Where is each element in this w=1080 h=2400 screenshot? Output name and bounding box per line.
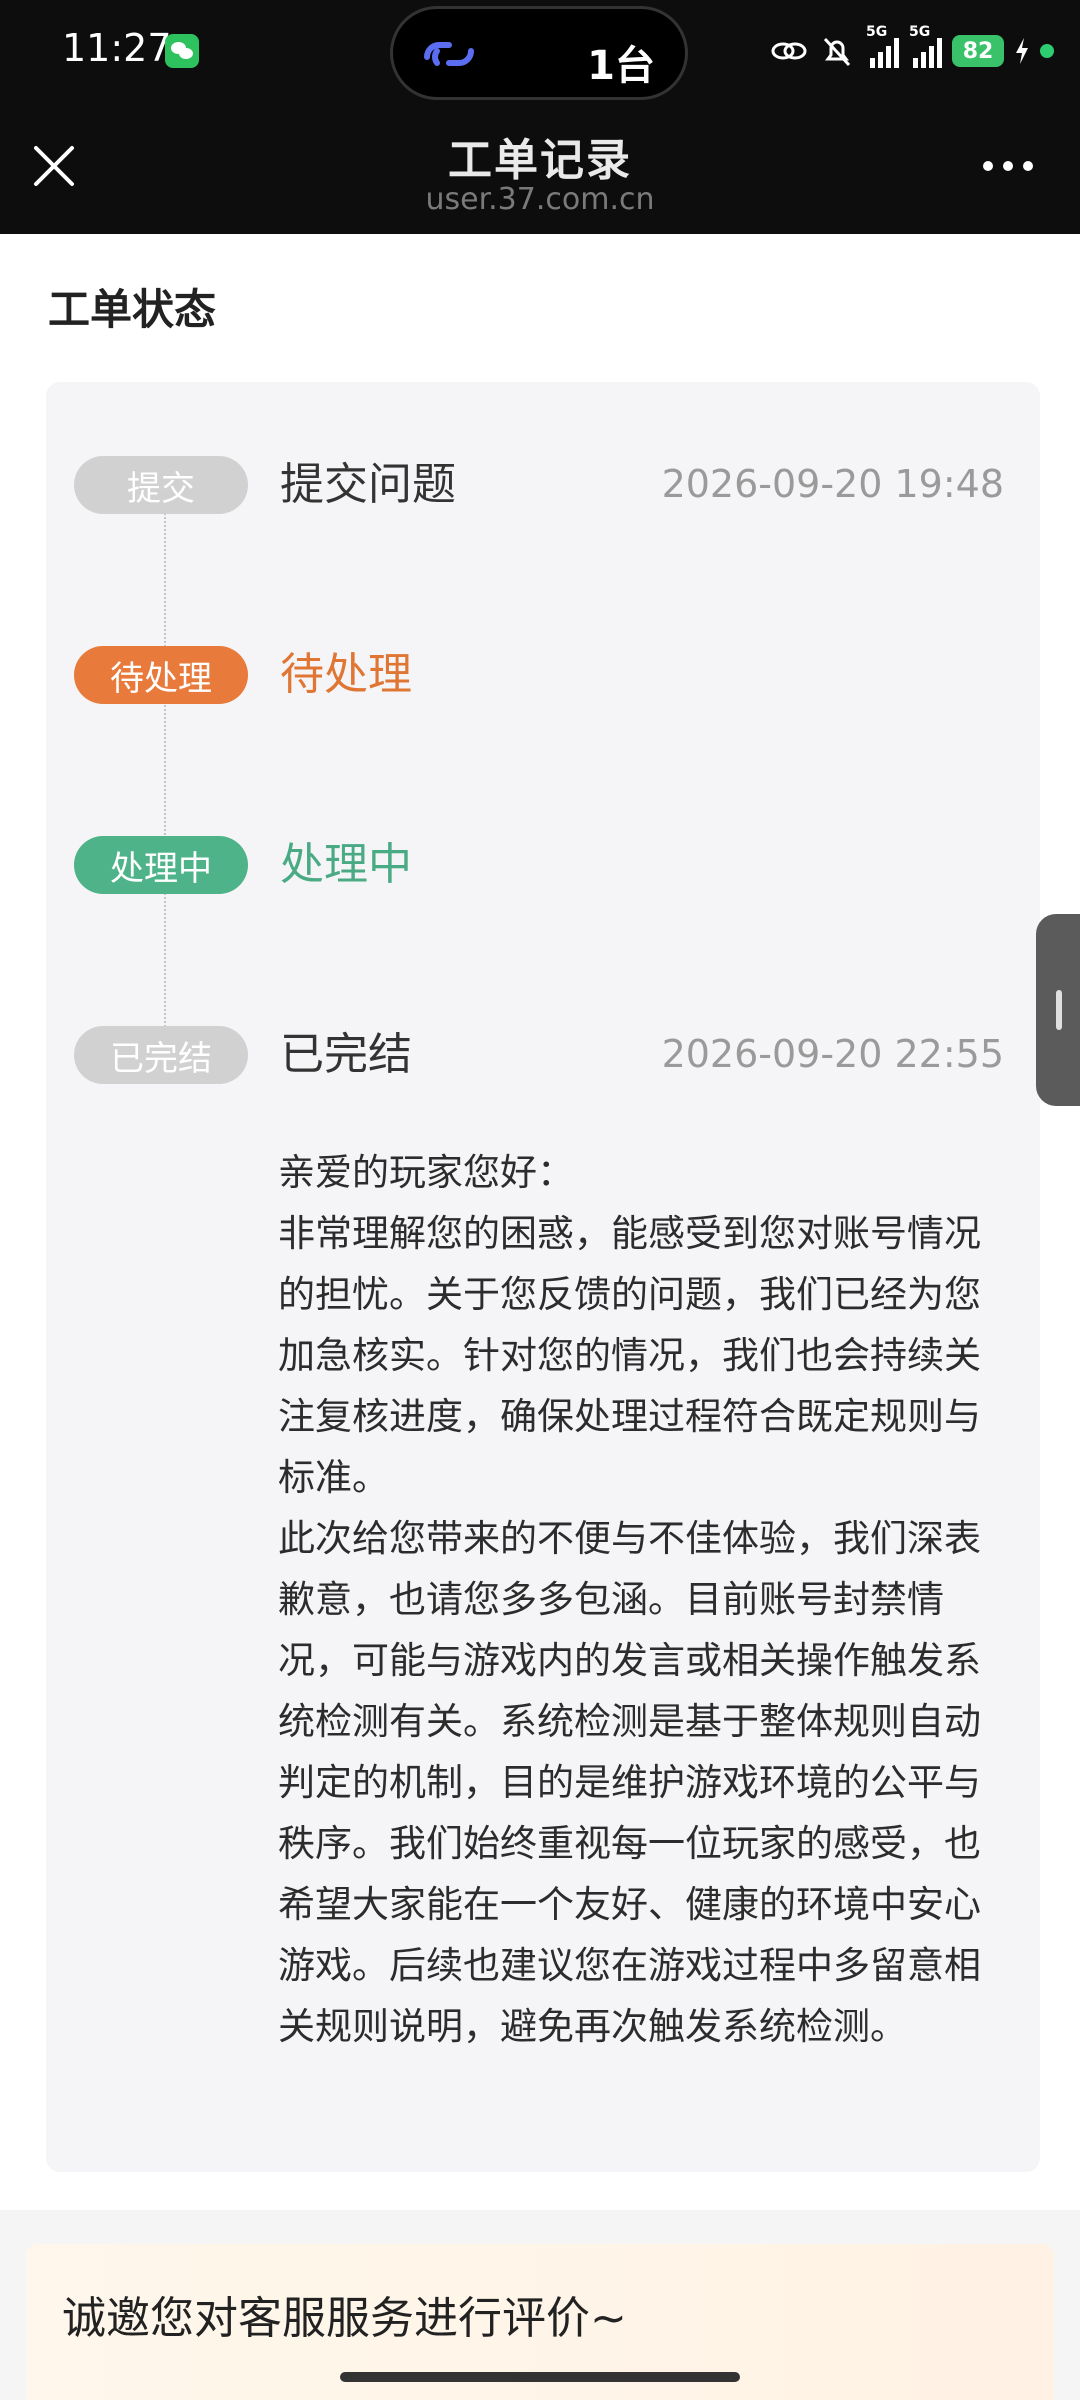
step-title: 处理中 (280, 839, 412, 890)
status-time: 11:27 (62, 26, 172, 70)
link-icon (424, 42, 474, 66)
wechat-icon (165, 34, 199, 68)
mute-bell-icon (823, 37, 851, 67)
home-indicator[interactable] (340, 2372, 740, 2382)
timeline-step-pending: 待处理 待处理 (46, 646, 1040, 706)
page-url: user.37.com.cn (425, 182, 655, 217)
status-badge: 待处理 (74, 646, 248, 704)
status-badge: 已完结 (74, 1026, 248, 1084)
step-time: 2026-09-20 19:48 (661, 462, 1004, 506)
timeline-connector (164, 482, 166, 1042)
timeline-step-completed: 已完结 已完结 2026-09-20 22:55 (46, 1026, 1040, 1086)
battery-icon: 82 (952, 35, 1004, 67)
status-bar: 11:27 1台 5G 5G 82 (0, 0, 1080, 104)
more-icon[interactable] (980, 156, 1036, 176)
reply-paragraph: 此次给您带来的不便与不佳体验，我们深表歉意，也请您多多包涵。目前账号封禁情况，可… (278, 1517, 981, 2048)
link-icon (771, 42, 807, 60)
charging-icon (1016, 38, 1028, 64)
side-drawer-handle[interactable] (1036, 914, 1080, 1106)
page-title: 工单记录 (448, 135, 632, 186)
signal-icon: 5G (866, 24, 899, 68)
step-title: 提交问题 (280, 459, 456, 510)
feedback-prompt: 诚邀您对客服服务进行评价~ (62, 2293, 627, 2344)
timeline-step-submit: 提交 提交问题 2026-09-20 19:48 (46, 456, 1040, 516)
step-title: 待处理 (280, 649, 412, 700)
status-icons: 5G 5G 82 (770, 24, 1054, 74)
island-device-count: 1台 (587, 43, 655, 89)
reply-message: 亲爱的玩家您好： 非常理解您的困惑，能感受到您对账号情况的担忧。关于您反馈的问题… (278, 1142, 998, 2057)
reply-paragraph: 非常理解您的困惑，能感受到您对账号情况的担忧。关于您反馈的问题，我们已经为您加急… (278, 1212, 981, 1499)
reply-greeting: 亲爱的玩家您好： (278, 1151, 574, 1194)
step-title: 已完结 (280, 1029, 412, 1080)
privacy-indicator-icon (1040, 44, 1054, 58)
timeline-step-processing: 处理中 处理中 (46, 836, 1040, 896)
status-badge: 处理中 (74, 836, 248, 894)
nav-bar: 工单记录 user.37.com.cn (0, 104, 1080, 234)
status-card: 提交 提交问题 2026-09-20 19:48 待处理 待处理 处理中 处理中… (46, 382, 1040, 2172)
signal-icon: 5G (909, 24, 942, 68)
section-title: 工单状态 (48, 285, 217, 334)
status-badge: 提交 (74, 456, 248, 514)
ticket-content: 工单状态 提交 提交问题 2026-09-20 19:48 待处理 待处理 处理… (0, 234, 1080, 2210)
dynamic-island[interactable]: 1台 (390, 6, 688, 100)
step-time: 2026-09-20 22:55 (661, 1032, 1004, 1076)
